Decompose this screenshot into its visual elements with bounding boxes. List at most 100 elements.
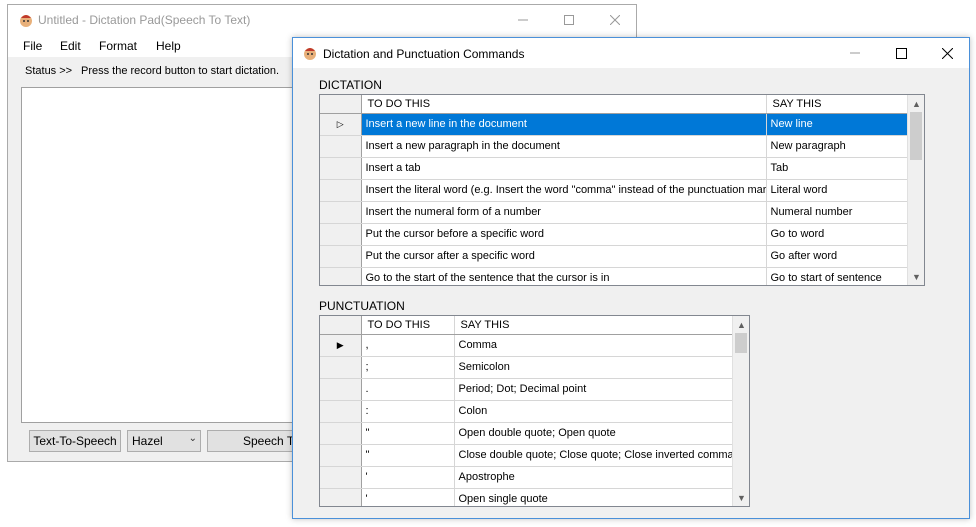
menu-help[interactable]: Help: [156, 39, 181, 53]
maximize-icon: [895, 47, 907, 59]
table-row[interactable]: " Close double quote; Close quote; Close …: [320, 444, 734, 467]
table-row[interactable]: : Colon: [320, 400, 734, 423]
cell-say[interactable]: Open double quote; Open quote: [454, 422, 734, 445]
text-to-speech-button[interactable]: Text-To-Speech: [29, 430, 121, 452]
row-header[interactable]: [320, 135, 362, 158]
status-text: Press the record button to start dictati…: [81, 65, 280, 77]
cell-todo[interactable]: ': [361, 488, 455, 506]
cell-say[interactable]: Close double quote; Close quote; Close i…: [454, 444, 734, 467]
row-header[interactable]: ▷: [320, 113, 362, 136]
menu-file[interactable]: File: [23, 39, 42, 53]
cell-todo[interactable]: ": [361, 422, 455, 445]
table-row[interactable]: ▶, Comma: [320, 334, 734, 357]
dialog-title-bar: Dictation and Punctuation Commands: [293, 38, 969, 68]
cell-say[interactable]: Go to word: [766, 223, 909, 246]
row-header[interactable]: [320, 201, 362, 224]
cell-say[interactable]: Numeral number: [766, 201, 909, 224]
table-row[interactable]: " Open double quote; Open quote: [320, 422, 734, 445]
row-header[interactable]: ▶: [320, 334, 362, 357]
row-header-corner: [320, 316, 362, 335]
cell-say[interactable]: Colon: [454, 400, 734, 423]
row-header[interactable]: [320, 223, 362, 246]
main-window-title: Untitled - Dictation Pad(Speech To Text): [38, 13, 251, 27]
cell-say[interactable]: Open single quote: [454, 488, 734, 506]
table-row[interactable]: Put the cursor after a specific word Go a…: [320, 245, 909, 268]
main-title-bar: Untitled - Dictation Pad(Speech To Text): [8, 5, 636, 35]
main-maximize-button[interactable]: [546, 5, 592, 35]
cell-todo[interactable]: ': [361, 466, 455, 489]
row-header[interactable]: [320, 157, 362, 180]
main-close-button[interactable]: [592, 5, 638, 35]
dialog-close-button[interactable]: [924, 38, 970, 68]
cell-todo[interactable]: Insert a new paragraph in the document: [361, 135, 767, 158]
cell-say[interactable]: New paragraph: [766, 135, 909, 158]
scroll-down-icon[interactable]: ▼: [908, 268, 924, 285]
row-header[interactable]: [320, 356, 362, 379]
table-row[interactable]: Insert the literal word (e.g. Insert the…: [320, 179, 909, 202]
row-header[interactable]: [320, 245, 362, 268]
cell-say[interactable]: Literal word: [766, 179, 909, 202]
close-icon: [610, 15, 620, 25]
scroll-up-icon[interactable]: ▲: [733, 316, 749, 333]
cell-todo[interactable]: Put the cursor before a specific word: [361, 223, 767, 246]
table-row[interactable]: ' Apostrophe: [320, 466, 734, 489]
dictation-col-todo[interactable]: TO DO THIS: [361, 95, 767, 114]
cell-say[interactable]: Comma: [454, 334, 734, 357]
cell-todo[interactable]: ": [361, 444, 455, 467]
minimize-icon: [518, 19, 528, 21]
row-header[interactable]: [320, 444, 362, 467]
row-header[interactable]: [320, 466, 362, 489]
menu-edit[interactable]: Edit: [60, 39, 81, 53]
punctuation-col-say[interactable]: SAY THIS: [454, 316, 734, 335]
cell-todo[interactable]: ;: [361, 356, 455, 379]
table-row[interactable]: ; Semicolon: [320, 356, 734, 379]
cell-say[interactable]: New line: [766, 113, 909, 136]
punctuation-col-todo[interactable]: TO DO THIS: [361, 316, 455, 335]
row-header[interactable]: [320, 179, 362, 202]
cell-todo[interactable]: Insert the numeral form of a number: [361, 201, 767, 224]
main-minimize-button[interactable]: [500, 5, 546, 35]
row-header[interactable]: [320, 267, 362, 285]
table-row[interactable]: . Period; Dot; Decimal point: [320, 378, 734, 401]
row-header[interactable]: [320, 378, 362, 401]
cell-todo[interactable]: ,: [361, 334, 455, 357]
scroll-thumb[interactable]: [735, 333, 747, 353]
dictation-grid[interactable]: TO DO THIS SAY THIS ▷ Insert a new line i…: [319, 94, 925, 286]
dialog-minimize-button[interactable]: [832, 38, 878, 68]
table-row[interactable]: Go to the start of the sentence that the…: [320, 267, 909, 285]
dictation-scrollbar[interactable]: ▲ ▼: [907, 95, 924, 285]
voice-select[interactable]: Hazel ⌄: [127, 430, 201, 452]
cell-todo[interactable]: :: [361, 400, 455, 423]
row-header[interactable]: [320, 488, 362, 506]
punctuation-scrollbar[interactable]: ▲ ▼: [732, 316, 749, 506]
cell-say[interactable]: Period; Dot; Decimal point: [454, 378, 734, 401]
row-header[interactable]: [320, 422, 362, 445]
cell-todo[interactable]: Put the cursor after a specific word: [361, 245, 767, 268]
cell-todo[interactable]: .: [361, 378, 455, 401]
scroll-down-icon[interactable]: ▼: [733, 489, 749, 506]
cell-say[interactable]: Go to start of sentence: [766, 267, 909, 285]
table-row[interactable]: Insert the numeral form of a number Numer…: [320, 201, 909, 224]
table-row[interactable]: ▷ Insert a new line in the document New li…: [320, 113, 909, 136]
dictation-header-row: TO DO THIS SAY THIS: [320, 95, 909, 114]
punctuation-grid[interactable]: TO DO THIS SAY THIS ▶, Comma; Semicolon. Pe…: [319, 315, 750, 507]
cell-say[interactable]: Go after word: [766, 245, 909, 268]
close-icon: [941, 47, 953, 59]
cell-say[interactable]: Semicolon: [454, 356, 734, 379]
scroll-thumb[interactable]: [910, 112, 922, 160]
table-row[interactable]: Insert a new paragraph in the document Ne…: [320, 135, 909, 158]
cell-todo[interactable]: Insert the literal word (e.g. Insert the…: [361, 179, 767, 202]
row-header[interactable]: [320, 400, 362, 423]
dialog-maximize-button[interactable]: [878, 38, 924, 68]
scroll-up-icon[interactable]: ▲: [908, 95, 924, 112]
cell-todo[interactable]: Insert a tab: [361, 157, 767, 180]
cell-todo[interactable]: Go to the start of the sentence that the…: [361, 267, 767, 285]
table-row[interactable]: Put the cursor before a specific word Go …: [320, 223, 909, 246]
cell-todo[interactable]: Insert a new line in the document: [361, 113, 767, 136]
dictation-col-say[interactable]: SAY THIS: [766, 95, 909, 114]
menu-format[interactable]: Format: [99, 39, 137, 53]
cell-say[interactable]: Tab: [766, 157, 909, 180]
table-row[interactable]: Insert a tab Tab: [320, 157, 909, 180]
cell-say[interactable]: Apostrophe: [454, 466, 734, 489]
table-row[interactable]: ' Open single quote: [320, 488, 734, 506]
